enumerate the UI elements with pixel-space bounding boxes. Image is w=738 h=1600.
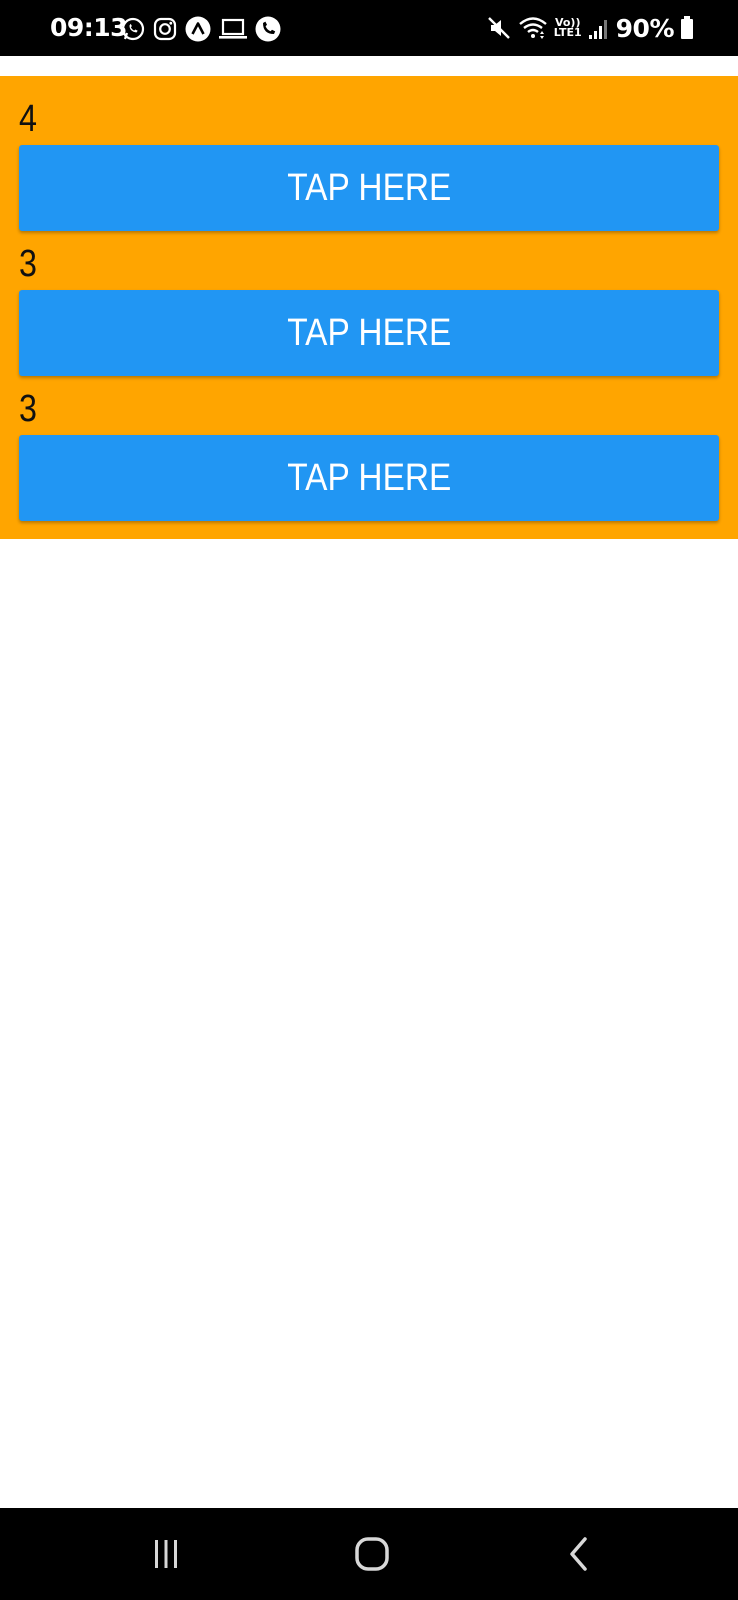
volte-lte-icon: Vo)) LTE1 [553,17,582,39]
system-status-icons: Vo)) LTE1 90% [486,12,694,44]
back-icon [563,1534,593,1574]
battery-percent: 90% [615,13,675,43]
tap-here-button-2[interactable]: TAP HERE [19,290,719,376]
battery-icon [680,15,694,41]
phone-icon [254,15,282,43]
recents-button[interactable] [136,1534,196,1574]
tap-here-button-1[interactable]: TAP HERE [19,145,719,231]
counter-value-2: 3 [19,243,37,285]
tap-here-button-1-label: TAP HERE [286,167,452,209]
tap-here-button-2-label: TAP HERE [286,312,452,354]
lte-label: LTE1 [553,26,582,39]
instagram-icon [152,16,178,42]
home-button[interactable] [342,1534,402,1574]
notification-icons [120,14,282,44]
mute-icon [486,15,512,41]
signal-icon [588,15,610,41]
counter-value-1: 4 [19,98,37,140]
tap-here-button-3-label: TAP HERE [286,457,452,499]
counter-value-3: 3 [19,388,37,430]
wifi-icon [518,15,548,41]
counter-panel: 4 TAP HERE 3 TAP HERE 3 TAP HERE [0,76,738,539]
status-bar: 09:13 Vo)) LTE1 90% [0,0,738,56]
status-time: 09:13 [50,13,128,42]
recents-icon [149,1537,183,1571]
tap-here-button-3[interactable]: TAP HERE [19,435,719,521]
app-circle-icon [184,15,212,43]
whatsapp-icon [120,16,146,42]
home-icon [352,1534,392,1574]
navigation-bar [0,1508,738,1600]
laptop-icon [218,16,248,42]
back-button[interactable] [548,1534,608,1574]
